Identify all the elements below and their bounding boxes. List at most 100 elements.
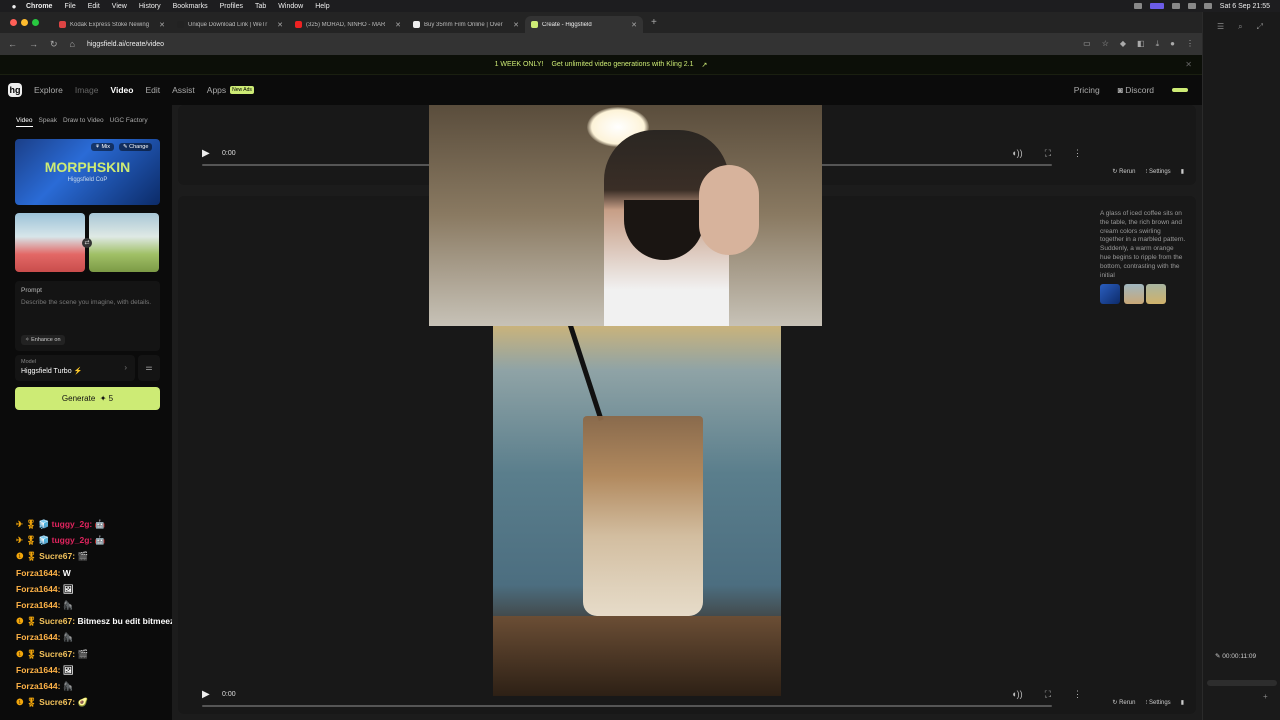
nav-edit[interactable]: Edit	[145, 85, 160, 95]
new-tab-icon[interactable]: +	[651, 17, 657, 28]
account-pill[interactable]	[1172, 88, 1188, 92]
frame-thumbnail[interactable]	[1146, 284, 1166, 304]
settings-button[interactable]: ⁝ Settings	[1145, 168, 1170, 175]
trash-icon[interactable]: ▮	[1181, 699, 1184, 706]
end-frame-thumbnail[interactable]	[89, 213, 159, 272]
prompt-input[interactable]: Describe the scene you imagine, with det…	[21, 298, 154, 307]
play-icon[interactable]: ▶	[202, 148, 212, 159]
zoom-window-icon[interactable]	[32, 19, 39, 26]
menu-chrome[interactable]: Chrome	[26, 3, 52, 10]
timecode: ✎ 00:00:11:09	[1215, 652, 1256, 660]
close-tab-icon[interactable]: ✕	[277, 21, 283, 29]
chat-badge-icons: ❶ 🎖	[16, 551, 37, 562]
subtab-speak[interactable]: Speak	[39, 117, 57, 127]
battery-icon[interactable]	[1187, 3, 1196, 9]
rerun-button[interactable]: ↻ Rerun	[1112, 699, 1135, 706]
generate-button[interactable]: Generate ✦ 5	[15, 387, 160, 410]
wifi-icon[interactable]	[1171, 3, 1180, 9]
fullscreen-icon[interactable]: ⛶	[1045, 148, 1051, 159]
download-icon[interactable]: ⤓	[1156, 39, 1160, 49]
menu-view[interactable]: View	[112, 3, 127, 10]
progress-bar[interactable]	[202, 705, 1052, 707]
hand	[699, 165, 759, 255]
effect-thumbnail[interactable]	[1100, 284, 1120, 304]
browser-tab[interactable]: Buy 35mm Film Online | Over ✕	[407, 16, 525, 33]
home-icon[interactable]: ⌂	[70, 39, 75, 50]
clock[interactable]: Sat 6 Sep 21:55	[1220, 3, 1270, 10]
timeline-scrubber[interactable]	[1207, 680, 1277, 686]
close-tab-icon[interactable]: ✕	[513, 21, 519, 29]
prompt-box[interactable]: Prompt Describe the scene you imagine, w…	[15, 281, 160, 351]
screen-record-icon[interactable]	[1149, 3, 1164, 9]
discord-link[interactable]: ◙ Discord	[1118, 85, 1154, 95]
search-icon[interactable]	[1203, 3, 1212, 9]
bookmark-star-icon[interactable]: ☆	[1102, 39, 1109, 49]
extension-icon[interactable]: ◧	[1137, 39, 1145, 49]
swap-frames-icon[interactable]: ⇄	[82, 238, 92, 248]
browser-tab[interactable]: Unique Download Link | WeTr ✕	[171, 16, 289, 33]
cast-icon[interactable]: ▭	[1083, 39, 1091, 49]
rerun-button[interactable]: ↻ Rerun	[1112, 168, 1135, 175]
close-window-icon[interactable]	[10, 19, 17, 26]
menu-history[interactable]: History	[139, 3, 161, 10]
menu-edit[interactable]: Edit	[88, 3, 100, 10]
close-tab-icon[interactable]: ✕	[631, 21, 637, 29]
volume-icon[interactable]: ◖))	[1011, 148, 1022, 159]
expand-icon[interactable]: ⤢	[1257, 22, 1263, 32]
menu-file[interactable]: File	[64, 3, 75, 10]
close-icon[interactable]: ✕	[1185, 60, 1192, 69]
kebab-menu-icon[interactable]: ⋮	[1186, 39, 1194, 49]
menu-tab[interactable]: Tab	[255, 3, 266, 10]
add-icon[interactable]: +	[1263, 692, 1268, 701]
nav-image[interactable]: Image	[75, 85, 99, 95]
nav-explore[interactable]: Explore	[34, 85, 63, 95]
profile-icon[interactable]: ●	[1170, 39, 1175, 49]
subtab-draw-to-video[interactable]: Draw to Video	[63, 117, 104, 127]
higgsfield-logo[interactable]: hg	[8, 83, 22, 97]
pricing-link[interactable]: Pricing	[1074, 85, 1100, 95]
browser-tab[interactable]: Kodak Express Stoke Newing ✕	[53, 16, 171, 33]
minimize-window-icon[interactable]	[21, 19, 28, 26]
nav-apps[interactable]: Apps	[207, 85, 226, 95]
menu-bookmarks[interactable]: Bookmarks	[173, 3, 208, 10]
status-icon[interactable]	[1133, 3, 1142, 9]
menu-profiles[interactable]: Profiles	[220, 3, 243, 10]
nav-assist[interactable]: Assist	[172, 85, 195, 95]
sliders-icon[interactable]: ⚌	[138, 355, 160, 381]
browser-tab[interactable]: Create - Higgsfield ✕	[525, 16, 643, 33]
reload-icon[interactable]: ↻	[50, 39, 58, 50]
start-frame-thumbnail[interactable]	[15, 213, 85, 272]
promo-banner[interactable]: 1 WEEK ONLY! Get unlimited video generat…	[0, 55, 1202, 75]
more-icon[interactable]: ⋮	[1073, 689, 1082, 700]
volume-icon[interactable]: ◖))	[1011, 689, 1022, 700]
close-tab-icon[interactable]: ✕	[159, 21, 165, 29]
favicon-icon	[295, 21, 302, 28]
browser-tab[interactable]: (325) MORAD, NINHO - MAR ✕	[289, 16, 407, 33]
menu-window[interactable]: Window	[278, 3, 303, 10]
enhance-toggle[interactable]: ✧ Enhance on	[21, 335, 65, 345]
model-selector[interactable]: Model Higgsfield Turbo ⚡ ›	[15, 355, 135, 381]
play-icon[interactable]: ▶	[202, 689, 212, 700]
mix-button[interactable]: ⚘ Mix	[91, 143, 115, 151]
effect-preset-card[interactable]: ⚘ Mix ✎ Change MORPHSKIN Higgsfield CoP	[15, 139, 160, 205]
subtab-ugc-factory[interactable]: UGC Factory	[110, 117, 148, 127]
forward-icon[interactable]: →	[29, 39, 38, 50]
trash-icon[interactable]: ▮	[1181, 168, 1184, 175]
more-icon[interactable]: ⋮	[1073, 148, 1082, 159]
frame-thumbnail[interactable]	[1124, 284, 1144, 304]
settings-button[interactable]: ⁝ Settings	[1145, 699, 1170, 706]
nav-video[interactable]: Video	[110, 85, 133, 95]
fullscreen-icon[interactable]: ⛶	[1045, 689, 1051, 700]
menu-help[interactable]: Help	[315, 3, 329, 10]
back-icon[interactable]: ←	[8, 39, 17, 50]
apple-icon[interactable]: ●	[8, 2, 20, 11]
change-button[interactable]: ✎ Change	[119, 143, 153, 151]
zoom-icon[interactable]: ⌕	[1238, 22, 1242, 32]
url-field[interactable]: higgsfield.ai/create/video	[87, 41, 164, 48]
close-tab-icon[interactable]: ✕	[395, 21, 401, 29]
chat-username: tuggy_2g:	[51, 519, 93, 529]
sidebar-icon[interactable]: ☰	[1217, 22, 1224, 32]
subtab-video[interactable]: Video	[16, 117, 33, 127]
shield-icon[interactable]: ◆	[1120, 39, 1126, 49]
coffee-video-frame[interactable]	[493, 324, 781, 696]
